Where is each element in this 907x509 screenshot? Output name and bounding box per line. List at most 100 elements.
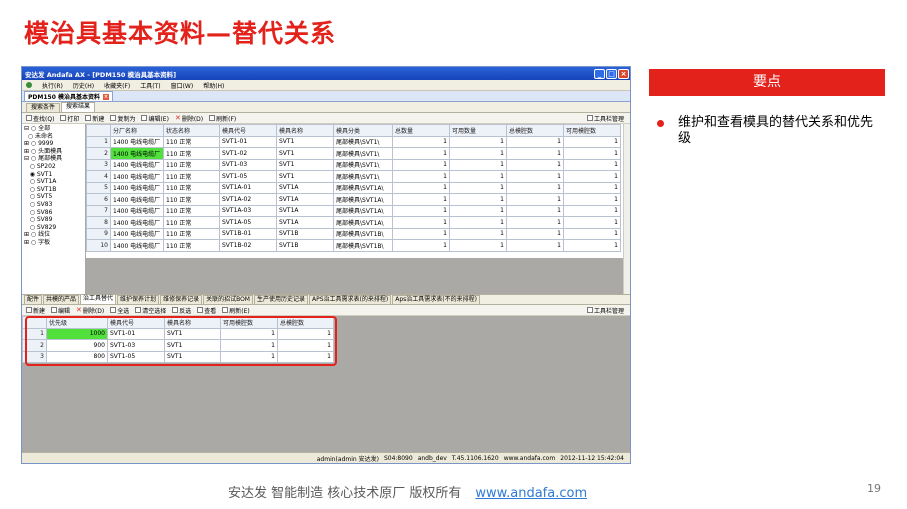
table-cell[interactable]: 110 正常 [163, 147, 220, 160]
table-cell[interactable]: 1 [563, 193, 621, 206]
table-cell[interactable]: 1 [506, 216, 564, 229]
table-row[interactable]: 7 1400 电线电缆厂 110 正常 SVT1A-03 SVT1A 尾部模具\SVT1A… [86, 204, 621, 217]
table-row[interactable]: 10 1400 电线电缆厂 110 正常 SVT1B-02 SVT1B 尾部模具\SVT1… [86, 239, 621, 252]
table-cell[interactable]: SVT1 [276, 135, 334, 148]
row-number[interactable]: 9 [86, 227, 111, 240]
table-row[interactable]: 5 1400 电线电缆厂 110 正常 SVT1A-01 SVT1A 尾部模具\SVT1A… [86, 181, 621, 194]
row-number[interactable]: 10 [86, 239, 111, 252]
row-number[interactable]: 7 [86, 204, 111, 217]
table-cell[interactable]: 110 正常 [163, 239, 220, 252]
table-cell[interactable]: 110 正常 [163, 193, 220, 206]
table-cell[interactable]: SVT1-01 [219, 135, 277, 148]
table-cell[interactable]: SVT1A [276, 193, 334, 206]
table-cell[interactable]: 尾部模具\SVT1\ [333, 135, 393, 148]
tab-shared-products[interactable]: 共模的产品 [43, 295, 80, 304]
tab-aps-demand-scheduled[interactable]: APS治工具需求表(的来排程) [309, 295, 392, 304]
table-row[interactable]: 9 1400 电线电缆厂 110 正常 SVT1B-01 SVT1B 尾部模具\SVT1B… [86, 227, 621, 240]
table-cell[interactable]: 1 [449, 193, 507, 206]
table-cell[interactable]: 1 [392, 216, 450, 229]
column-header[interactable]: 状态名称 [163, 124, 220, 137]
table-cell[interactable]: SVT1 [276, 158, 334, 171]
column-header[interactable]: 总数量 [392, 124, 450, 137]
table-row[interactable]: 8 1400 电线电缆厂 110 正常 SVT1A-05 SVT1A 尾部模具\SVT1A… [86, 216, 621, 229]
tree-node[interactable]: ⊞ ○ 字板 [24, 239, 83, 247]
table-cell[interactable]: 1 [506, 170, 564, 183]
tree-node[interactable]: ⊟ ○ 尾部模具 [24, 155, 83, 163]
table-cell[interactable]: 1 [563, 147, 621, 160]
refresh-button[interactable]: 刷新(F) [209, 114, 236, 123]
column-header[interactable]: 总模腔数 [506, 124, 564, 137]
toolbar-manage-button[interactable]: 工具栏管理 [586, 306, 624, 315]
table-row[interactable]: 4 1400 电线电缆厂 110 正常 SVT1-05 SVT1 尾部模具\SVT1\ 1 1… [86, 170, 621, 183]
tab-usage-history[interactable]: 生产使用历史记录 [254, 295, 309, 304]
table-cell[interactable]: 1 [506, 181, 564, 194]
table-cell[interactable]: 1 [449, 170, 507, 183]
table-cell[interactable]: 1 [449, 135, 507, 148]
table-cell[interactable]: 1 [563, 227, 621, 240]
delete-button[interactable]: ✕ 删除(D) [76, 306, 104, 315]
tree-node[interactable]: ⊟ ○ 全部 [24, 125, 83, 133]
new-button[interactable]: 新建 [85, 114, 104, 123]
table-cell[interactable]: 尾部模具\SVT1A\ [333, 216, 393, 229]
table-cell[interactable]: 1 [563, 239, 621, 252]
table-cell[interactable]: 110 正常 [163, 227, 220, 240]
table-cell[interactable]: 110 正常 [163, 170, 220, 183]
column-header[interactable]: 模具代号 [219, 124, 277, 137]
find-button[interactable]: 查找(Q) [26, 114, 54, 123]
table-cell[interactable]: 1 [506, 204, 564, 217]
tab-tool-substitution[interactable]: 治工具替代 [80, 294, 117, 304]
tree-node[interactable]: ○ SVT1A [24, 178, 83, 186]
minimize-icon[interactable]: _ [594, 68, 605, 79]
close-tab-icon[interactable]: × [102, 93, 109, 100]
row-number[interactable]: 1 [86, 135, 111, 148]
table-cell[interactable]: 110 正常 [163, 158, 220, 171]
table-cell[interactable]: 1 [563, 158, 621, 171]
table-cell[interactable]: 110 正常 [163, 216, 220, 229]
tab-search-conditions[interactable]: 搜索条件 [26, 103, 61, 112]
table-cell[interactable]: 1 [449, 147, 507, 160]
new-button[interactable]: 新建 [26, 306, 45, 315]
table-cell[interactable]: SVT1B [276, 227, 334, 240]
table-cell[interactable]: 1 [449, 227, 507, 240]
tree-node[interactable]: ○ SVT5 [24, 193, 83, 201]
table-cell[interactable]: 110 正常 [163, 135, 220, 148]
tree-node[interactable]: ◉ SVT1 [24, 171, 83, 179]
tab-search-results[interactable]: 搜索结果 [61, 102, 96, 112]
print-button[interactable]: 打印 [60, 114, 79, 123]
refresh-button[interactable]: 刷新(E) [222, 306, 250, 315]
table-cell[interactable]: 1 [449, 158, 507, 171]
table-cell[interactable]: SVT1 [276, 147, 334, 160]
select-all-button[interactable]: 全选 [110, 306, 129, 315]
tree-node[interactable]: ⊞ ○ 9999 [24, 140, 83, 148]
table-cell[interactable]: 1 [563, 181, 621, 194]
delete-button[interactable]: ✕ 删除(D) [175, 114, 203, 123]
menu-run[interactable]: 执行(R) [42, 81, 63, 90]
table-cell[interactable]: 尾部模具\SVT1\ [333, 158, 393, 171]
copy-as-button[interactable]: 复制为 [110, 114, 135, 123]
table-cell[interactable]: 尾部模具\SVT1\ [333, 170, 393, 183]
table-cell[interactable]: 尾部模具\SVT1\ [333, 147, 393, 160]
row-number[interactable]: 2 [86, 147, 111, 160]
table-cell[interactable]: 尾部模具\SVT1A\ [333, 181, 393, 194]
column-header[interactable]: 可用数量 [449, 124, 507, 137]
table-cell[interactable]: 1 [506, 135, 564, 148]
tree-node[interactable]: ○ SV86 [24, 209, 83, 217]
table-cell[interactable]: SVT1-02 [219, 147, 277, 160]
table-row[interactable]: 1 1400 电线电缆厂 110 正常 SVT1-01 SVT1 尾部模具\SVT1\ 1 1… [86, 135, 621, 148]
tab-aps-demand-unscheduled[interactable]: Aps治工具需求表(不的来排程) [392, 295, 480, 304]
table-cell[interactable]: SVT1A [276, 204, 334, 217]
table-cell[interactable]: 1400 电线电缆厂 [110, 239, 164, 252]
table-cell[interactable]: SVT1B [276, 239, 334, 252]
tree-node[interactable]: ○ SV83 [24, 201, 83, 209]
menu-favorites[interactable]: 收藏夹(F) [104, 81, 130, 90]
table-cell[interactable]: 1 [506, 239, 564, 252]
tree-node[interactable]: ○ 未命名 [24, 133, 83, 141]
menu-help[interactable]: 帮助(H) [203, 81, 224, 90]
table-cell[interactable]: SVT1B-01 [219, 227, 277, 240]
table-cell[interactable]: 1 [506, 147, 564, 160]
table-cell[interactable]: SVT1B-02 [219, 239, 277, 252]
tree-node[interactable]: ○ SV89 [24, 216, 83, 224]
tree-node[interactable]: ○ SP202 [24, 163, 83, 171]
menu-tools[interactable]: 工具(T) [140, 81, 160, 90]
row-number[interactable]: 6 [86, 193, 111, 206]
